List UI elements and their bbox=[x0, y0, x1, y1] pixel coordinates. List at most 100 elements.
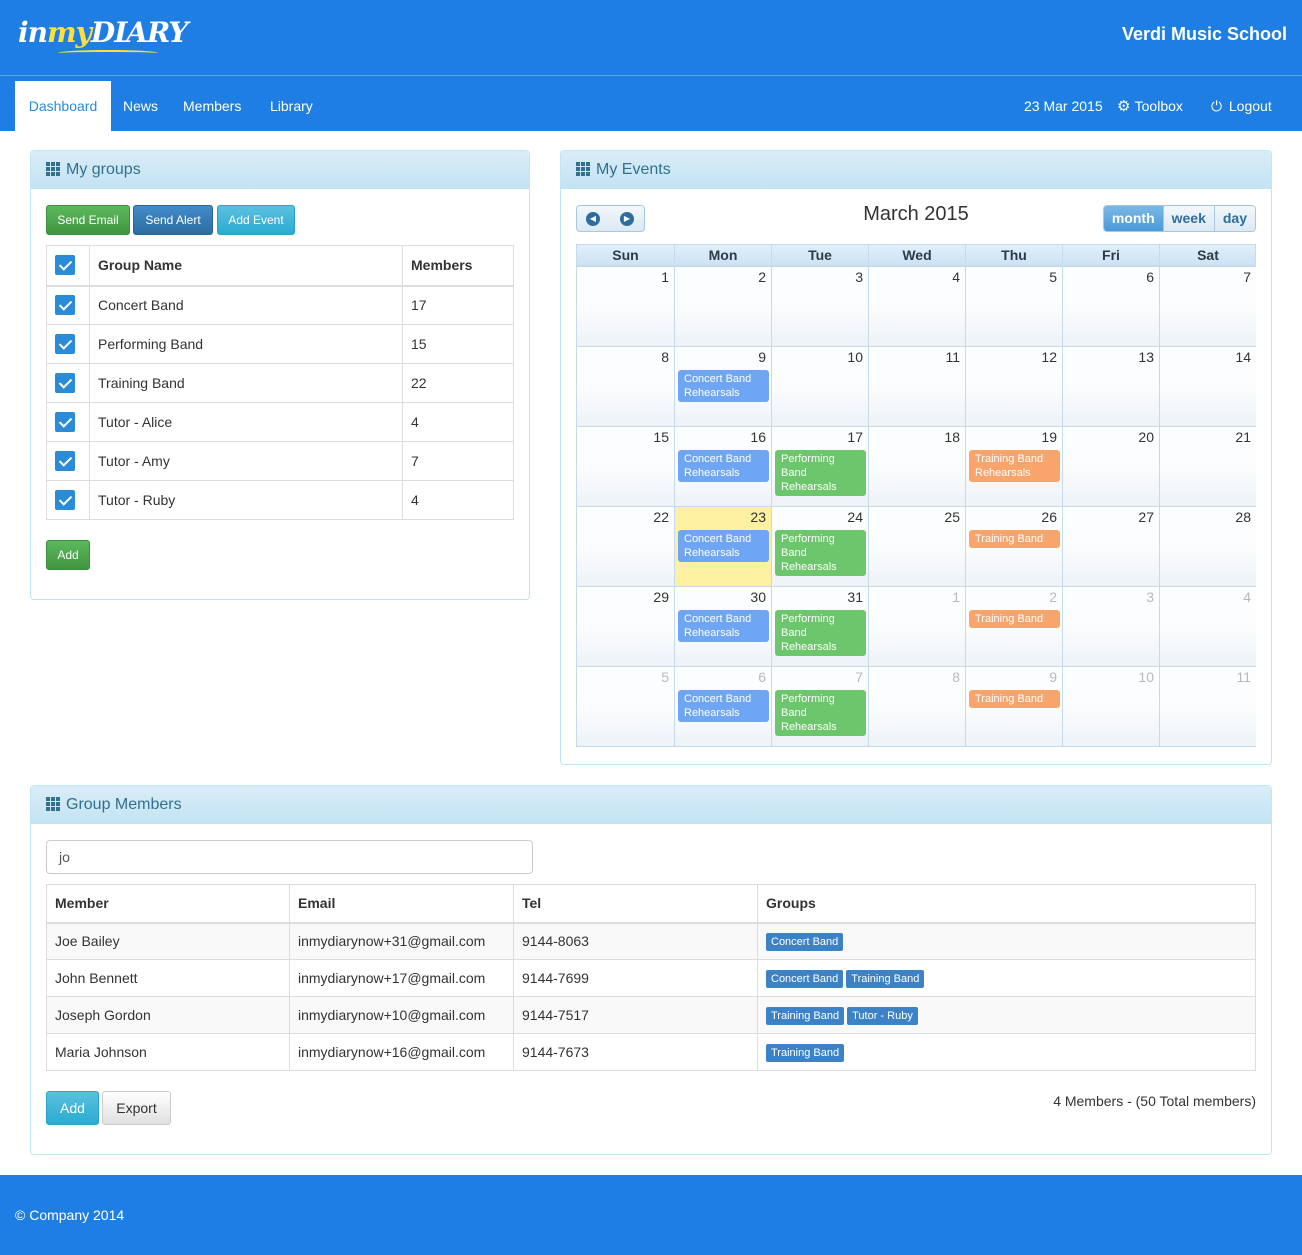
calendar-day[interactable]: 26 Training Band bbox=[965, 507, 1062, 586]
calendar-day[interactable]: 6 bbox=[1062, 267, 1159, 346]
calendar-event[interactable]: Performing Band Rehearsals bbox=[775, 450, 866, 496]
group-checkbox[interactable] bbox=[55, 451, 75, 471]
calendar-week-row: 22 23 Concert Band Rehearsals 24 Performing … bbox=[577, 506, 1256, 586]
calendar-day[interactable]: 5 bbox=[965, 267, 1062, 346]
calendar-day[interactable]: 13 bbox=[1062, 347, 1159, 426]
calendar-day[interactable]: 24 Performing Band Rehearsals bbox=[771, 507, 868, 586]
calendar-event[interactable]: Concert Band Rehearsals bbox=[678, 450, 769, 482]
group-checkbox[interactable] bbox=[55, 373, 75, 393]
tel-header[interactable]: Tel bbox=[513, 884, 758, 924]
calendar-day[interactable]: 10 bbox=[1062, 667, 1159, 746]
calendar-day[interactable]: 27 bbox=[1062, 507, 1159, 586]
calendar-day[interactable]: 8 bbox=[868, 667, 965, 746]
view-week-button[interactable]: week bbox=[1162, 206, 1214, 231]
group-row[interactable]: Concert Band 17 bbox=[46, 285, 514, 325]
calendar-day[interactable]: 11 bbox=[868, 347, 965, 426]
toolbox-link[interactable]: ⚙ Toolbox bbox=[1117, 81, 1183, 131]
calendar-day[interactable]: 18 bbox=[868, 427, 965, 506]
calendar-day[interactable]: 7 Performing Band Rehearsals bbox=[771, 667, 868, 746]
logo-text-diary: DIARY bbox=[90, 16, 188, 49]
calendar-day[interactable]: 4 bbox=[1159, 587, 1256, 666]
send-email-button[interactable]: Send Email bbox=[46, 205, 130, 235]
nav-members[interactable]: Members bbox=[183, 81, 241, 131]
group-row[interactable]: Tutor - Amy 7 bbox=[46, 441, 514, 481]
member-header[interactable]: Member bbox=[46, 884, 290, 924]
add-event-button[interactable]: Add Event bbox=[217, 205, 295, 235]
checkbox-cell bbox=[46, 324, 90, 364]
calendar-day[interactable]: 2 Training Band bbox=[965, 587, 1062, 666]
app-logo[interactable]: inmyDIARY bbox=[18, 16, 188, 56]
member-row[interactable]: Joe Bailey inmydiarynow+31@gmail.com 914… bbox=[46, 922, 1256, 960]
member-row[interactable]: Joseph Gordon inmydiarynow+10@gmail.com … bbox=[46, 996, 1256, 1034]
nav-library[interactable]: Library bbox=[270, 81, 313, 131]
calendar-day[interactable]: 7 bbox=[1159, 267, 1256, 346]
calendar-event[interactable]: Training Band bbox=[969, 530, 1060, 548]
calendar-day[interactable]: 9 Training Band bbox=[965, 667, 1062, 746]
calendar-event[interactable]: Concert Band Rehearsals bbox=[678, 610, 769, 642]
group-checkbox[interactable] bbox=[55, 412, 75, 432]
calendar-day[interactable]: 10 bbox=[771, 347, 868, 426]
calendar-day[interactable]: 11 bbox=[1159, 667, 1256, 746]
calendar-day[interactable]: 3 bbox=[771, 267, 868, 346]
calendar-event[interactable]: Concert Band Rehearsals bbox=[678, 370, 769, 402]
calendar-day[interactable]: 28 bbox=[1159, 507, 1256, 586]
calendar-event[interactable]: Training Band bbox=[969, 690, 1060, 708]
calendar-day[interactable]: 5 bbox=[577, 667, 674, 746]
calendar-day[interactable]: 31 Performing Band Rehearsals bbox=[771, 587, 868, 666]
view-month-button[interactable]: month bbox=[1103, 206, 1163, 231]
calendar-day[interactable]: 3 bbox=[1062, 587, 1159, 666]
calendar-day[interactable]: 12 bbox=[965, 347, 1062, 426]
group-checkbox[interactable] bbox=[55, 295, 75, 316]
add-member-button[interactable]: Add bbox=[46, 1091, 99, 1125]
calendar-day[interactable]: 22 bbox=[577, 507, 674, 586]
calendar-day[interactable]: 15 bbox=[577, 427, 674, 506]
calendar-event[interactable]: Training Band bbox=[969, 610, 1060, 628]
calendar-day[interactable]: 29 bbox=[577, 587, 674, 666]
calendar-event[interactable]: Training Band Rehearsals bbox=[969, 450, 1060, 482]
group-row[interactable]: Tutor - Alice 4 bbox=[46, 402, 514, 442]
calendar-day[interactable]: 4 bbox=[868, 267, 965, 346]
groups-header[interactable]: Groups bbox=[757, 884, 1256, 924]
calendar-day[interactable]: 1 bbox=[868, 587, 965, 666]
calendar-event[interactable]: Performing Band Rehearsals bbox=[775, 610, 866, 656]
calendar-event[interactable]: Concert Band Rehearsals bbox=[678, 690, 769, 722]
send-alert-button[interactable]: Send Alert bbox=[133, 205, 213, 235]
member-row[interactable]: Maria Johnson inmydiarynow+16@gmail.com … bbox=[46, 1033, 1256, 1071]
calendar-day[interactable]: 17 Performing Band Rehearsals bbox=[771, 427, 868, 506]
group-row[interactable]: Performing Band 15 bbox=[46, 324, 514, 364]
members-header[interactable]: Members bbox=[402, 245, 514, 287]
view-day-button[interactable]: day bbox=[1213, 206, 1255, 231]
group-checkbox[interactable] bbox=[55, 490, 75, 510]
calendar-day[interactable]: 1 bbox=[577, 267, 674, 346]
calendar-day[interactable]: 21 bbox=[1159, 427, 1256, 506]
group-row[interactable]: Training Band 22 bbox=[46, 363, 514, 403]
calendar-day[interactable]: 16 Concert Band Rehearsals bbox=[674, 427, 771, 506]
logout-link[interactable]: ⏻ Logout bbox=[1211, 81, 1272, 131]
calendar-day[interactable]: 19 Training Band Rehearsals bbox=[965, 427, 1062, 506]
nav-dashboard[interactable]: Dashboard bbox=[15, 81, 111, 131]
group-checkbox[interactable] bbox=[55, 334, 75, 354]
calendar-day-today[interactable]: 23 Concert Band Rehearsals bbox=[674, 507, 771, 586]
calendar-day[interactable]: 14 bbox=[1159, 347, 1256, 426]
day-number: 8 bbox=[952, 669, 960, 685]
member-row[interactable]: John Bennett inmydiarynow+17@gmail.com 9… bbox=[46, 959, 1256, 997]
export-button[interactable]: Export bbox=[102, 1091, 171, 1125]
calendar-week-row: 29 30 Concert Band Rehearsals 31 Performing … bbox=[577, 586, 1256, 666]
calendar-day[interactable]: 2 bbox=[674, 267, 771, 346]
email-header[interactable]: Email bbox=[289, 884, 514, 924]
nav-news[interactable]: News bbox=[123, 81, 158, 131]
calendar-day[interactable]: 30 Concert Band Rehearsals bbox=[674, 587, 771, 666]
group-name-header[interactable]: Group Name bbox=[89, 245, 403, 287]
select-all-checkbox[interactable] bbox=[55, 255, 75, 276]
calendar-day[interactable]: 20 bbox=[1062, 427, 1159, 506]
group-row[interactable]: Tutor - Ruby 4 bbox=[46, 480, 514, 520]
calendar-event[interactable]: Performing Band Rehearsals bbox=[775, 530, 866, 576]
calendar-day[interactable]: 9 Concert Band Rehearsals bbox=[674, 347, 771, 426]
calendar-day[interactable]: 6 Concert Band Rehearsals bbox=[674, 667, 771, 746]
calendar-event[interactable]: Performing Band Rehearsals bbox=[775, 690, 866, 736]
member-search-input[interactable]: jo bbox=[46, 840, 533, 874]
calendar-day[interactable]: 8 bbox=[577, 347, 674, 426]
add-group-button[interactable]: Add bbox=[46, 540, 90, 570]
calendar-day[interactable]: 25 bbox=[868, 507, 965, 586]
calendar-event[interactable]: Concert Band Rehearsals bbox=[678, 530, 769, 562]
